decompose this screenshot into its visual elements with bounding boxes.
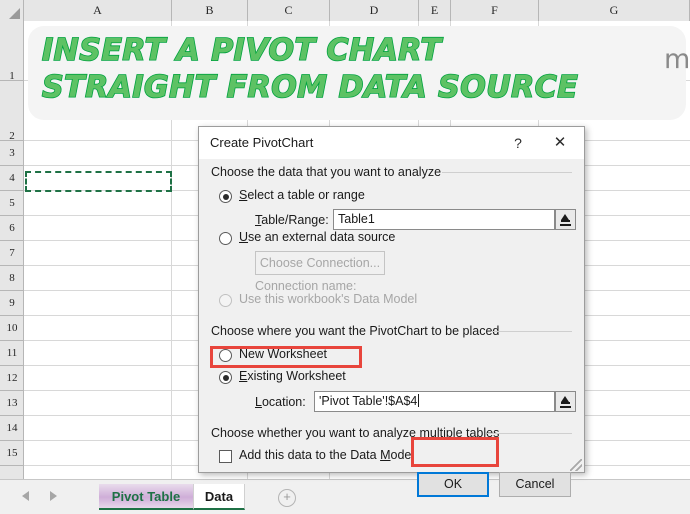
section-header-analyze: Choose the data that you want to analyze (211, 165, 442, 179)
plus-circle-icon[interactable]: + (278, 489, 296, 507)
row-header-1[interactable]: 1 (0, 21, 24, 82)
sheet-tab-pivot-table[interactable]: Pivot Table (99, 484, 193, 510)
row-label: 15 (6, 447, 18, 459)
select-all-corner[interactable] (0, 0, 24, 21)
table-range-label: Table/Range: (255, 213, 329, 227)
row-header-9[interactable]: 9 (0, 291, 24, 316)
row-header-6[interactable]: 6 (0, 216, 24, 241)
row-label: 13 (6, 397, 18, 409)
row-label: 14 (6, 422, 18, 434)
label-new-worksheet[interactable]: New Worksheet (239, 347, 327, 361)
column-header-d[interactable]: D (330, 0, 419, 21)
column-header-f[interactable]: F (451, 0, 539, 21)
section-divider (491, 331, 572, 332)
row-label: 3 (9, 147, 15, 159)
row-header-10[interactable]: 10 (0, 316, 24, 341)
label-use-workbook-data-model: Use this workbook's Data Model (239, 292, 418, 306)
banner-title: INSERT A PIVOT CHART STRAIGHT FROM DATA … (41, 32, 579, 106)
radio-select-table-or-range[interactable] (219, 190, 232, 203)
column-header-c[interactable]: C (248, 0, 330, 21)
checkbox-add-to-data-model[interactable] (219, 450, 232, 463)
row-header-12[interactable]: 12 (0, 366, 24, 391)
row-header-2[interactable]: 2 (0, 81, 24, 142)
radio-use-external-data-source[interactable] (219, 232, 232, 245)
row-header-15[interactable]: 15 (0, 441, 24, 466)
row-header-7[interactable]: 7 (0, 241, 24, 266)
radio-existing-worksheet[interactable] (219, 371, 232, 384)
ok-button[interactable]: OK (417, 472, 489, 497)
row-header-14[interactable]: 14 (0, 416, 24, 441)
radio-use-workbook-data-model (219, 294, 232, 307)
cancel-button[interactable]: Cancel (499, 472, 571, 497)
row-header-bar: 1 2 3 4 5 6 7 8 9 10 11 12 13 14 15 (0, 21, 24, 479)
label-text: Add this data to the Data (239, 448, 381, 462)
section-divider (442, 172, 572, 173)
sheet-tab-data[interactable]: Data (193, 484, 245, 510)
connection-name-label: Connection name: (255, 279, 357, 293)
row-label: 6 (9, 222, 15, 234)
row-label: 7 (9, 247, 15, 259)
location-input[interactable]: 'Pivot Table'!$A$4 (314, 391, 555, 412)
label-use-external-data-source[interactable]: Use an external data source (239, 230, 395, 244)
sheet-nav-buttons[interactable] (12, 488, 70, 506)
row-label: 11 (6, 347, 18, 359)
row-label: 4 (9, 172, 15, 184)
row-header-13[interactable]: 13 (0, 391, 24, 416)
row-label: 12 (6, 372, 18, 384)
help-icon[interactable]: ? (507, 133, 529, 153)
selected-cell-marquee (25, 171, 172, 192)
row-label: 10 (6, 322, 18, 334)
table-range-input[interactable]: Table1 (333, 209, 555, 230)
label-text: se an external data source (248, 230, 396, 244)
row-header-4[interactable]: 4 (0, 166, 24, 191)
section-header-placement: Choose where you want the PivotChart to … (211, 324, 500, 338)
row-label: 9 (9, 297, 15, 309)
label-existing-worksheet[interactable]: Existing Worksheet (239, 369, 346, 383)
radio-new-worksheet[interactable] (219, 349, 232, 362)
arrow-left-icon[interactable] (22, 491, 29, 501)
column-header-g[interactable]: G (539, 0, 690, 21)
sheet-tab-bar: Pivot Table Data + (0, 479, 690, 514)
excel-window: A B C D E F G 1 2 3 4 5 6 7 8 9 10 11 12… (0, 0, 690, 514)
column-header-a[interactable]: A (24, 0, 172, 21)
location-label: Location: (255, 395, 306, 409)
dialog-resize-grip[interactable] (570, 459, 582, 471)
dialog-title: Create PivotChart (210, 135, 314, 150)
collapse-dialog-icon-table-range[interactable] (555, 209, 576, 230)
column-header-bar: A B C D E F G (0, 0, 690, 22)
cell-text-partial: m (664, 44, 690, 75)
column-header-b[interactable]: B (172, 0, 248, 21)
arrow-right-icon[interactable] (50, 491, 57, 501)
close-icon[interactable]: ✕ (548, 133, 572, 153)
label-select-table-or-range[interactable]: Select a table or range (239, 188, 365, 202)
row-label: 5 (9, 197, 15, 209)
row-header-11[interactable]: 11 (0, 341, 24, 366)
row-label: 8 (9, 272, 15, 284)
location-value: 'Pivot Table'!$A$4 (319, 394, 418, 408)
label-add-to-data-model[interactable]: Add this data to the Data Model (239, 448, 414, 462)
column-header-e[interactable]: E (419, 0, 451, 21)
banner-graphic: INSERT A PIVOT CHART STRAIGHT FROM DATA … (28, 26, 686, 120)
row-header-5[interactable]: 5 (0, 191, 24, 216)
row-header-3[interactable]: 3 (0, 141, 24, 166)
dialog-title-bar: Create PivotChart ? ✕ (199, 127, 584, 159)
create-pivotchart-dialog: Create PivotChart ? ✕ Choose the data th… (198, 126, 585, 497)
dialog-body: Choose the data that you want to analyze… (199, 159, 584, 497)
label-text: elect a table or range (247, 188, 365, 202)
choose-connection-button: Choose Connection... (255, 251, 385, 275)
text-caret (418, 394, 420, 407)
row-header-8[interactable]: 8 (0, 266, 24, 291)
section-divider (487, 433, 572, 434)
section-header-multiple-tables: Choose whether you want to analyze multi… (211, 426, 500, 440)
collapse-dialog-icon-location[interactable] (555, 391, 576, 412)
label-text: xisting Worksheet (247, 369, 346, 383)
